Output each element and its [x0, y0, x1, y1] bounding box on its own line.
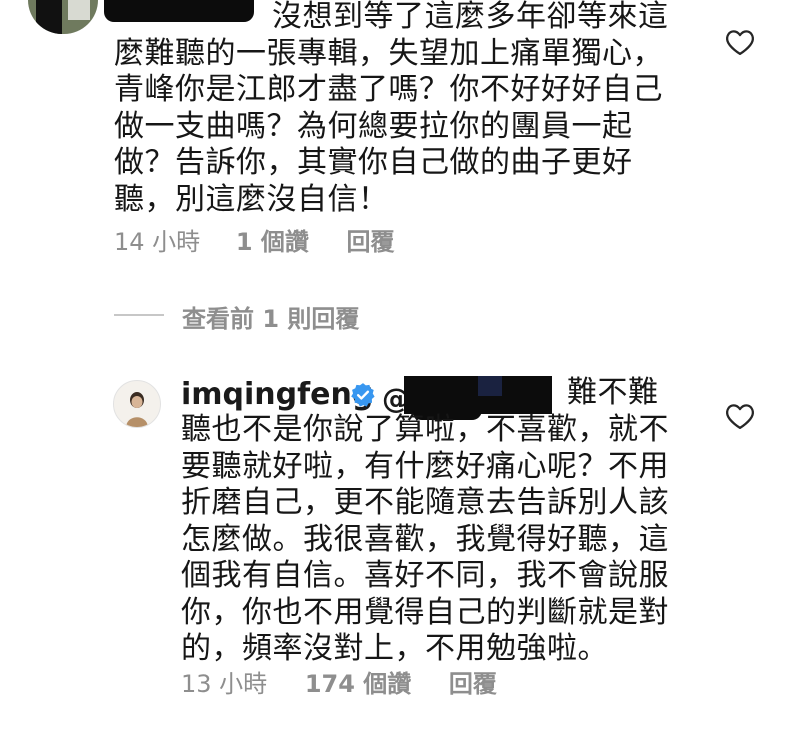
redacted-mention: @ [382, 376, 552, 420]
reply-line: 聽也不是你說了算啦，不喜歡，就不 [181, 412, 669, 447]
reply-body: 聽也不是你說了算啦，不喜歡，就不 要聽就好啦，有什麼好痛心呢？不用 折磨自己，更… [181, 412, 701, 668]
comment-line: 聽，別這麼沒自信！ [114, 181, 389, 217]
comment-line: 麼難聽的一張專輯，失望加上痛單獨心， [114, 35, 663, 71]
reply-first-line-tail: 難不難 [567, 375, 659, 410]
reply-time: 13 小時 [181, 670, 268, 698]
view-replies-button[interactable]: 查看前 1 則回覆 [182, 299, 359, 334]
reply-line: 折磨自己，更不能隨意去告訴別人該 [181, 485, 669, 520]
avatar-portrait-icon [126, 392, 148, 427]
reply-likes-button[interactable]: 174 個讚 [305, 670, 411, 698]
like-icon[interactable] [725, 402, 755, 430]
commenter-avatar[interactable] [28, 0, 98, 34]
reply-username[interactable]: imqingfeng [181, 377, 373, 412]
comment-time: 14 小時 [114, 228, 201, 256]
comment-line: 做一支曲嗎？為何總要拉你的團員一起 [114, 108, 633, 144]
replier-avatar[interactable] [113, 380, 161, 428]
reply-line: 的，頻率沒對上，不用勉強啦。 [181, 631, 608, 666]
reply-line: 怎麼做。我很喜歡，我覺得好聽，這 [181, 521, 669, 557]
comment-line: 做？告訴你，其實你自己做的曲子更好 [114, 145, 633, 180]
comment-reply-button[interactable]: 回覆 [347, 228, 395, 256]
comment-line: 沒想到等了這麼多年卻等來這 [272, 0, 669, 34]
comment-body: 沒想到等了這麼多年卻等來這 麼難聽的一張專輯，失望加上痛單獨心， 青峰你是江郎才… [114, 0, 684, 218]
reply-line: 個我有自信。喜好不同，我不會說服 [181, 558, 669, 593]
reply-line: 要聽就好啦，有什麼好痛心呢？不用 [181, 448, 669, 484]
view-replies-divider [114, 314, 164, 316]
reply-meta: 13 小時 174 個讚 回覆 [181, 664, 497, 699]
comment-line: 青峰你是江郎才盡了嗎？你不好好好自己 [114, 72, 663, 107]
verified-icon [350, 382, 376, 408]
reply-reply-button[interactable]: 回覆 [449, 670, 497, 698]
comment-likes-button[interactable]: 1 個讚 [236, 228, 309, 256]
reply-line: 你，你也不用覺得自己的判斷就是對 [181, 594, 669, 630]
comment-meta: 14 小時 1 個讚 回覆 [114, 222, 395, 257]
like-icon[interactable] [725, 28, 755, 56]
